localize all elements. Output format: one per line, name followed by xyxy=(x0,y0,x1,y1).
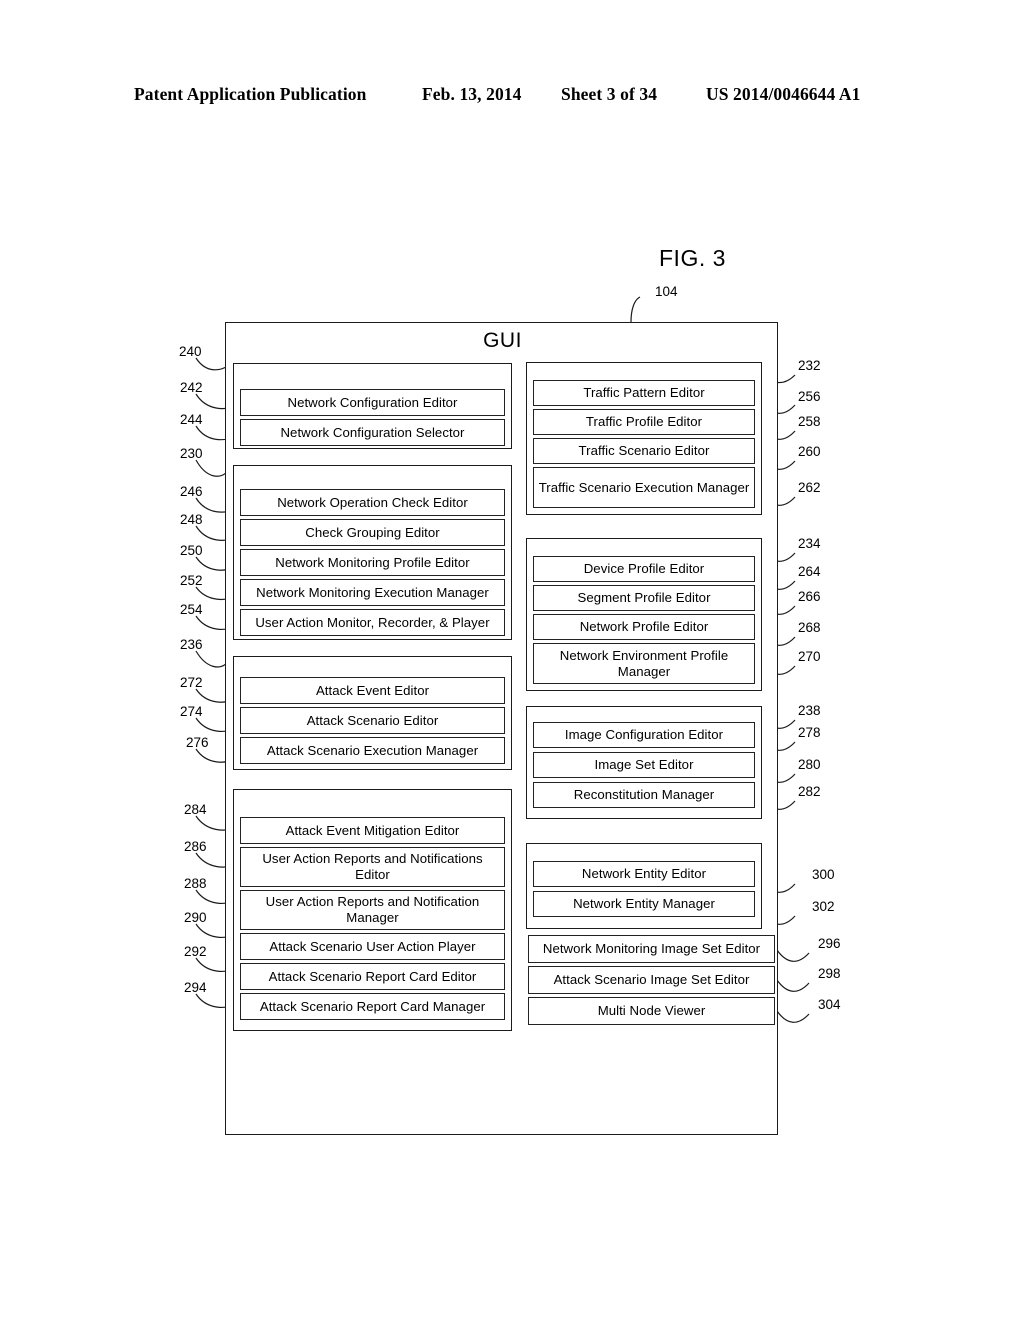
ref-104: 104 xyxy=(655,284,678,299)
box-network-monitoring-execution-manager[interactable]: Network Monitoring Execution Manager xyxy=(240,579,505,606)
box-user-action-monitor-recorder-player[interactable]: User Action Monitor, Recorder, & Player xyxy=(240,609,505,636)
box-check-grouping-editor[interactable]: Check Grouping Editor xyxy=(240,519,505,546)
box-attack-event-editor[interactable]: Attack Event Editor xyxy=(240,677,505,704)
box-user-action-reports-notifications-editor[interactable]: User Action Reports and Notifications Ed… xyxy=(240,847,505,887)
ref-242: 242 xyxy=(180,380,203,395)
box-attack-scenario-report-card-editor[interactable]: Attack Scenario Report Card Editor xyxy=(240,963,505,990)
box-attack-scenario-editor[interactable]: Attack Scenario Editor xyxy=(240,707,505,734)
ref-236: 236 xyxy=(180,637,203,652)
ref-272: 272 xyxy=(180,675,203,690)
ref-246: 246 xyxy=(180,484,203,499)
box-network-entity-manager[interactable]: Network Entity Manager xyxy=(533,891,755,917)
box-reconstitution-manager[interactable]: Reconstitution Manager xyxy=(533,782,755,808)
gui-title: GUI xyxy=(483,329,522,352)
box-traffic-profile-editor[interactable]: Traffic Profile Editor xyxy=(533,409,755,435)
ref-290: 290 xyxy=(184,910,207,925)
box-image-set-editor[interactable]: Image Set Editor xyxy=(533,752,755,778)
ref-276: 276 xyxy=(186,735,209,750)
ref-250: 250 xyxy=(180,543,203,558)
ref-286: 286 xyxy=(184,839,207,854)
ref-264: 264 xyxy=(798,564,821,579)
box-attack-scenario-image-set-editor[interactable]: Attack Scenario Image Set Editor xyxy=(528,966,775,994)
ref-234: 234 xyxy=(798,536,821,551)
ref-280: 280 xyxy=(798,757,821,772)
ref-282: 282 xyxy=(798,784,821,799)
box-attack-scenario-report-card-manager[interactable]: Attack Scenario Report Card Manager xyxy=(240,993,505,1020)
ref-270: 270 xyxy=(798,649,821,664)
ref-256: 256 xyxy=(798,389,821,404)
ref-274: 274 xyxy=(180,704,203,719)
box-network-entity-editor[interactable]: Network Entity Editor xyxy=(533,861,755,887)
figure-diagram: 104 GUI Network Configuration Editor Net… xyxy=(0,0,1024,1320)
box-image-configuration-editor[interactable]: Image Configuration Editor xyxy=(533,722,755,748)
ref-230: 230 xyxy=(180,446,203,461)
ref-262: 262 xyxy=(798,480,821,495)
ref-232: 232 xyxy=(798,358,821,373)
ref-288: 288 xyxy=(184,876,207,891)
box-network-monitoring-profile-editor[interactable]: Network Monitoring Profile Editor xyxy=(240,549,505,576)
ref-298: 298 xyxy=(818,966,841,981)
ref-278: 278 xyxy=(798,725,821,740)
box-traffic-scenario-editor[interactable]: Traffic Scenario Editor xyxy=(533,438,755,464)
box-attack-scenario-execution-manager[interactable]: Attack Scenario Execution Manager xyxy=(240,737,505,764)
box-device-profile-editor[interactable]: Device Profile Editor xyxy=(533,556,755,582)
ref-266: 266 xyxy=(798,589,821,604)
ref-258: 258 xyxy=(798,414,821,429)
box-network-environment-profile-manager[interactable]: Network Environment Profile Manager xyxy=(533,643,755,684)
box-segment-profile-editor[interactable]: Segment Profile Editor xyxy=(533,585,755,611)
box-network-configuration-editor[interactable]: Network Configuration Editor xyxy=(240,389,505,416)
ref-254: 254 xyxy=(180,602,203,617)
box-network-operation-check-editor[interactable]: Network Operation Check Editor xyxy=(240,489,505,516)
box-attack-scenario-user-action-player[interactable]: Attack Scenario User Action Player xyxy=(240,933,505,960)
box-network-monitoring-image-set-editor[interactable]: Network Monitoring Image Set Editor xyxy=(528,935,775,963)
ref-248: 248 xyxy=(180,512,203,527)
box-user-action-reports-notification-manager[interactable]: User Action Reports and Notification Man… xyxy=(240,890,505,930)
ref-294: 294 xyxy=(184,980,207,995)
box-traffic-scenario-execution-manager[interactable]: Traffic Scenario Execution Manager xyxy=(533,467,755,508)
ref-302: 302 xyxy=(812,899,835,914)
ref-284: 284 xyxy=(184,802,207,817)
box-traffic-pattern-editor[interactable]: Traffic Pattern Editor xyxy=(533,380,755,406)
ref-292: 292 xyxy=(184,944,207,959)
box-multi-node-viewer[interactable]: Multi Node Viewer xyxy=(528,997,775,1025)
ref-296: 296 xyxy=(818,936,841,951)
ref-252: 252 xyxy=(180,573,203,588)
ref-260: 260 xyxy=(798,444,821,459)
box-attack-event-mitigation-editor[interactable]: Attack Event Mitigation Editor xyxy=(240,817,505,844)
ref-304: 304 xyxy=(818,997,841,1012)
box-network-configuration-selector[interactable]: Network Configuration Selector xyxy=(240,419,505,446)
box-network-profile-editor[interactable]: Network Profile Editor xyxy=(533,614,755,640)
ref-244: 244 xyxy=(180,412,203,427)
ref-240: 240 xyxy=(179,344,202,359)
ref-238: 238 xyxy=(798,703,821,718)
ref-300: 300 xyxy=(812,867,835,882)
ref-268: 268 xyxy=(798,620,821,635)
